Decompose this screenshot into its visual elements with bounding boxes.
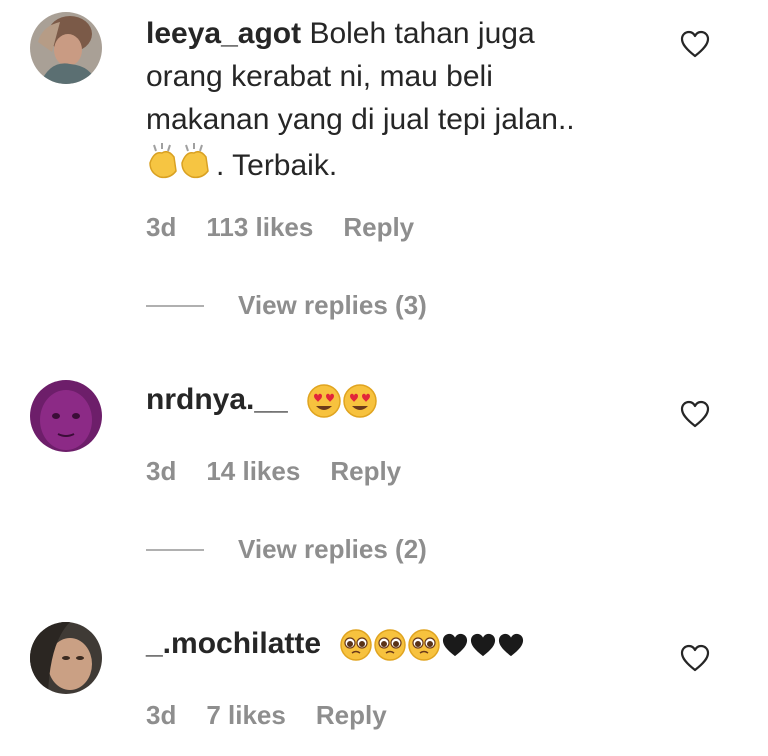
view-replies-label: View replies (2) bbox=[238, 534, 427, 564]
emoji-group bbox=[339, 628, 525, 662]
comment-body: nrdnya.__ bbox=[146, 378, 646, 421]
comment-body: _.mochilatte bbox=[146, 622, 646, 665]
comment-username[interactable]: leeya_agot bbox=[146, 17, 301, 50]
heart-outline-icon[interactable] bbox=[680, 400, 710, 428]
comment-username[interactable]: _.mochilatte bbox=[146, 627, 321, 660]
avatar[interactable] bbox=[30, 622, 102, 694]
pleading-face-emoji-icon bbox=[374, 629, 407, 661]
reply-button[interactable]: Reply bbox=[330, 456, 401, 487]
comment-text: Boleh tahan juga bbox=[309, 17, 535, 50]
reply-button[interactable]: Reply bbox=[343, 212, 414, 243]
view-replies-button[interactable]: View replies (2) bbox=[146, 534, 427, 565]
black-heart-emoji-icon bbox=[499, 633, 524, 657]
reply-button[interactable]: Reply bbox=[316, 700, 387, 731]
comment-time: 3d bbox=[146, 700, 177, 730]
comment-meta: 3d 14 likes Reply bbox=[146, 456, 401, 487]
comment-text: . Terbaik. bbox=[216, 148, 338, 182]
emoji-group bbox=[306, 383, 378, 419]
avatar[interactable] bbox=[30, 12, 102, 84]
view-replies-label: View replies (3) bbox=[238, 290, 427, 320]
heart-outline-icon[interactable] bbox=[680, 30, 710, 58]
comment-text: makanan yang di jual tepi jalan.. bbox=[146, 103, 575, 136]
heart-eyes-emoji-icon bbox=[343, 384, 377, 418]
comment-likes-count[interactable]: 14 likes bbox=[206, 456, 300, 487]
comment-likes-count[interactable]: 113 likes bbox=[206, 212, 313, 243]
clapping-hands-emoji-icon bbox=[146, 141, 216, 193]
view-replies-button[interactable]: View replies (3) bbox=[146, 290, 427, 321]
avatar[interactable] bbox=[30, 380, 102, 452]
comment-text: orang kerabat ni, mau beli bbox=[146, 60, 493, 93]
divider-line bbox=[146, 304, 204, 307]
pleading-face-emoji-icon bbox=[408, 629, 441, 661]
black-heart-emoji-icon bbox=[443, 633, 468, 657]
comment-time: 3d bbox=[146, 456, 177, 486]
comment-likes-count[interactable]: 7 likes bbox=[206, 700, 286, 731]
comment-time: 3d bbox=[146, 212, 177, 242]
pleading-face-emoji-icon bbox=[340, 629, 373, 661]
black-heart-emoji-icon bbox=[471, 633, 496, 657]
comment-meta: 3d 7 likes Reply bbox=[146, 700, 387, 731]
divider-line bbox=[146, 548, 204, 551]
comment-body: leeya_agot Boleh tahan juga orang keraba… bbox=[146, 12, 646, 193]
heart-outline-icon[interactable] bbox=[680, 644, 710, 672]
comment-meta: 3d 113 likes Reply bbox=[146, 212, 414, 243]
heart-eyes-emoji-icon bbox=[307, 384, 341, 418]
comment-username[interactable]: nrdnya.__ bbox=[146, 383, 288, 416]
